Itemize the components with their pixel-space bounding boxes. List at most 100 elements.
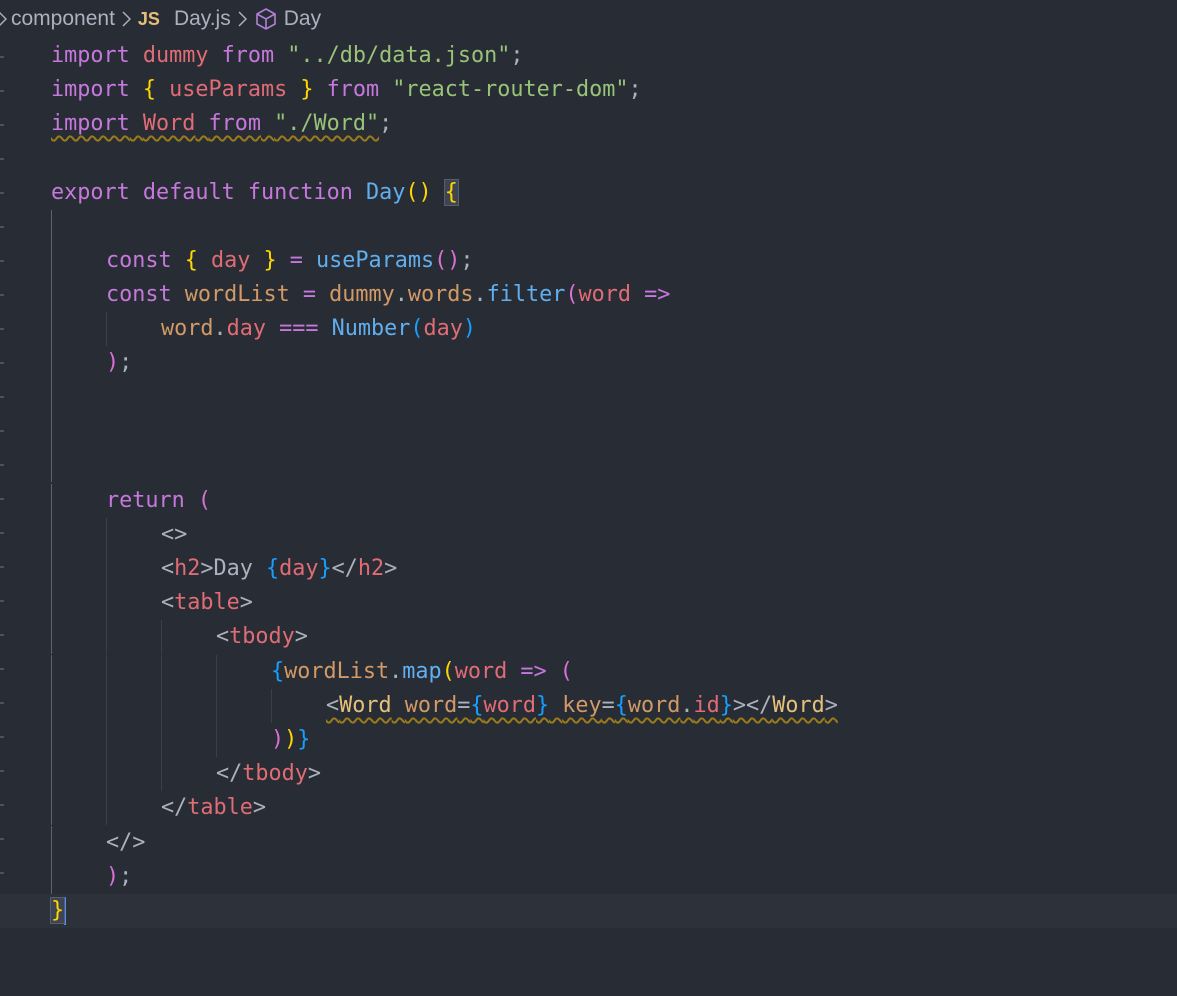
code-line-current[interactable]: } xyxy=(0,894,1177,928)
token: import xyxy=(51,111,130,136)
chevron-right-icon xyxy=(0,11,7,27)
token: > xyxy=(307,761,321,786)
token: } xyxy=(300,77,314,102)
code-line[interactable]: const wordList = dummy.words.filter(word… xyxy=(0,278,1177,312)
token: table xyxy=(187,795,253,820)
token: from xyxy=(208,111,262,136)
token: { xyxy=(142,77,156,102)
indent-guide xyxy=(106,791,107,825)
code-line[interactable]: <> xyxy=(0,518,1177,552)
breadcrumb-symbol[interactable]: Day xyxy=(284,7,321,31)
code-line[interactable] xyxy=(0,414,1177,448)
token: ( xyxy=(565,282,579,307)
token: < xyxy=(161,556,175,581)
token: ( xyxy=(441,659,455,684)
indent-guide xyxy=(51,791,52,825)
token: { xyxy=(266,556,280,581)
token: ; xyxy=(628,77,642,102)
token: ) xyxy=(106,864,120,889)
token: word xyxy=(454,659,508,684)
token: > xyxy=(239,590,253,615)
indent-guide xyxy=(51,552,52,586)
token: </ xyxy=(216,761,243,786)
code-line[interactable]: return ( xyxy=(0,484,1177,518)
indent-guide xyxy=(51,278,52,312)
code-line[interactable]: <table> xyxy=(0,586,1177,620)
code-line[interactable]: </> xyxy=(0,826,1177,860)
token: ) xyxy=(284,727,298,752)
text-cursor xyxy=(64,897,67,925)
token: "./Word" xyxy=(274,111,380,136)
token: ( xyxy=(559,659,573,684)
token: = xyxy=(457,693,471,718)
token: default xyxy=(142,180,235,205)
code-line[interactable]: <h2>Day {day}</h2> xyxy=(0,552,1177,586)
indent-guide xyxy=(51,620,52,654)
indent-guide xyxy=(51,757,52,791)
breadcrumb-file[interactable]: Day.js xyxy=(174,7,231,31)
token: day xyxy=(279,556,319,581)
token: === xyxy=(279,316,319,341)
chevron-right-icon xyxy=(122,11,131,27)
code-line[interactable]: ))} xyxy=(0,723,1177,757)
code-line[interactable]: <tbody> xyxy=(0,620,1177,654)
token: . xyxy=(680,693,694,718)
indent-guide xyxy=(51,346,52,380)
indent-guide xyxy=(106,552,107,586)
token: ) xyxy=(106,350,120,375)
lint-warning[interactable]: import Word from "./Word" xyxy=(51,111,379,136)
token: } xyxy=(536,693,550,718)
token: ; xyxy=(379,111,393,136)
code-line[interactable]: import { useParams } from "react-router-… xyxy=(0,73,1177,107)
code-line[interactable]: <Word word={word} key={word.id}></Word> xyxy=(0,689,1177,723)
indent-guide xyxy=(51,484,52,518)
token: < xyxy=(216,624,230,649)
lint-warning[interactable]: <Word word={word} key={word.id}></Word> xyxy=(326,693,838,718)
code-line[interactable]: ); xyxy=(0,346,1177,380)
token: day xyxy=(226,316,266,341)
breadcrumb-folder[interactable]: component xyxy=(11,7,115,31)
token: ; xyxy=(460,248,474,273)
token: } xyxy=(719,693,733,718)
token: ) xyxy=(462,316,476,341)
code-editor[interactable]: import dummy from "../db/data.json"; imp… xyxy=(0,38,1177,958)
token: h2 xyxy=(174,556,201,581)
indent-guide xyxy=(51,826,52,860)
code-line[interactable]: {wordList.map(word => ( xyxy=(0,655,1177,689)
indent-guide xyxy=(161,655,162,689)
indent-guide xyxy=(161,757,162,791)
indent-guide xyxy=(51,518,52,552)
token: { xyxy=(470,693,484,718)
cube-symbol-icon xyxy=(254,7,278,31)
token: ></ xyxy=(732,693,773,718)
code-line[interactable] xyxy=(0,380,1177,414)
code-line[interactable]: export default function Day() { xyxy=(0,176,1177,210)
code-line[interactable]: </tbody> xyxy=(0,757,1177,791)
token: > xyxy=(824,693,838,718)
token: return xyxy=(106,488,185,513)
indent-guide xyxy=(106,723,107,757)
token: Word xyxy=(772,693,825,718)
token: useParams xyxy=(169,77,288,102)
token: ; xyxy=(119,864,133,889)
indent-guide xyxy=(106,757,107,791)
code-line[interactable] xyxy=(0,210,1177,244)
token: import xyxy=(51,43,130,68)
token: h2 xyxy=(357,556,385,581)
code-line[interactable]: word.day === Number(day) xyxy=(0,312,1177,346)
token: map xyxy=(402,659,442,684)
token: word xyxy=(404,693,458,718)
code-line[interactable]: import Word from "./Word"; xyxy=(0,107,1177,141)
code-line[interactable]: const { day } = useParams(); xyxy=(0,244,1177,278)
code-line[interactable]: import dummy from "../db/data.json"; xyxy=(0,39,1177,73)
code-line[interactable]: </table> xyxy=(0,791,1177,825)
token: < xyxy=(161,590,175,615)
code-line[interactable] xyxy=(0,448,1177,482)
token: ( xyxy=(434,248,448,273)
token: = xyxy=(289,248,303,273)
token: . xyxy=(473,282,487,307)
token: tbody xyxy=(229,624,295,649)
code-line[interactable]: ); xyxy=(0,860,1177,894)
token: . xyxy=(213,316,227,341)
token: } xyxy=(297,727,311,752)
